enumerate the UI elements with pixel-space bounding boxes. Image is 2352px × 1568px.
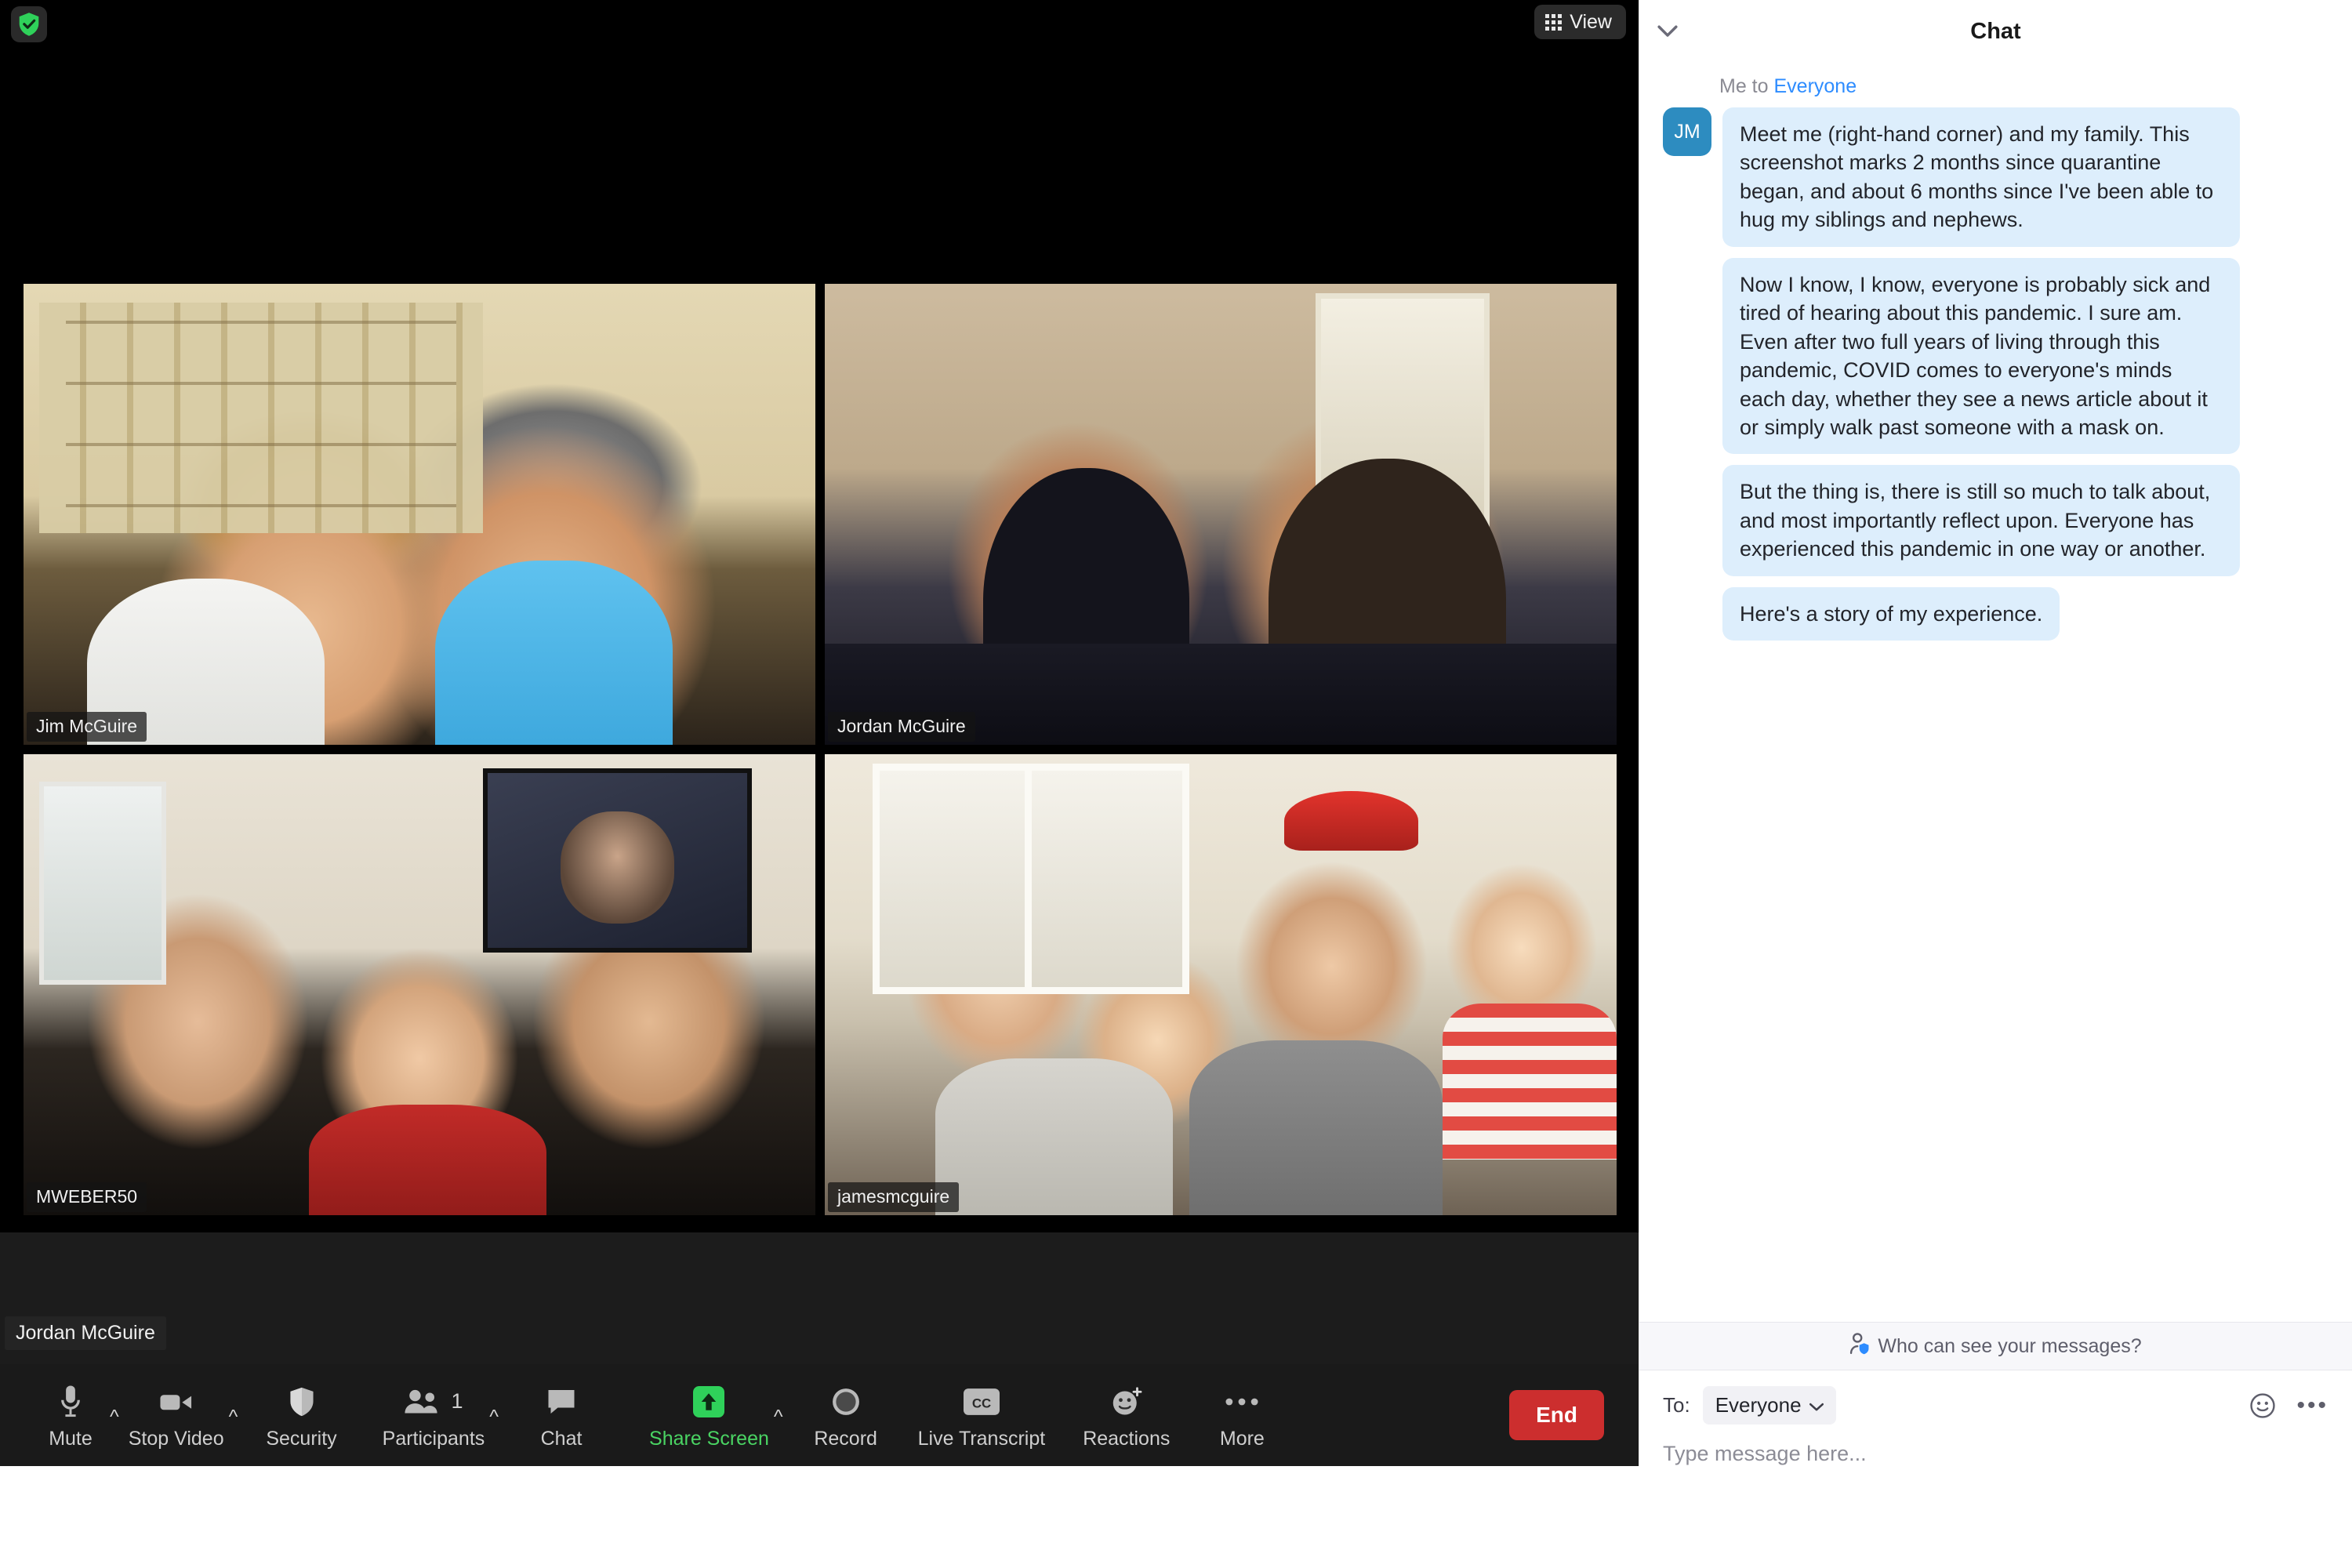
participant-name-badge: MWEBER50 — [27, 1182, 147, 1212]
participant-name-badge: Jim McGuire — [27, 712, 147, 742]
record-label: Record — [814, 1427, 877, 1450]
ellipsis-icon[interactable]: ••• — [2296, 1393, 2328, 1417]
speech-bubble-icon — [546, 1381, 577, 1423]
chevron-down-icon — [1809, 1393, 1824, 1417]
record-circle-icon — [830, 1381, 862, 1423]
smiley-icon[interactable] — [2249, 1392, 2276, 1419]
cc-icon: CC — [963, 1381, 1000, 1423]
participant-video-feed — [24, 754, 815, 1215]
avatar-spacer — [1663, 465, 1711, 514]
recipient-selector[interactable]: Everyone — [1702, 1386, 1836, 1425]
reactions-label: Reactions — [1083, 1427, 1171, 1450]
chat-panel: Chat Me to Everyone JM Meet me (right-ha… — [1639, 0, 2352, 1466]
chat-composer: To: Everyone ••• — [1639, 1370, 2352, 1466]
ellipsis-icon — [1225, 1381, 1259, 1423]
meeting-pane: View Jim McGuire Jordan McGuire MWEBER50… — [0, 0, 1639, 1466]
live-transcript-label: Live Transcript — [917, 1427, 1046, 1450]
shield-icon — [289, 1381, 314, 1423]
self-name-label: Jordan McGuire — [5, 1316, 166, 1350]
participant-video-feed — [24, 284, 815, 745]
record-button[interactable]: Record — [802, 1372, 890, 1458]
chat-message-list[interactable]: Me to Everyone JM Meet me (right-hand co… — [1639, 63, 2352, 1322]
avatar-spacer — [1663, 587, 1711, 636]
encryption-shield-check-icon[interactable] — [11, 6, 47, 42]
chat-header: Chat — [1639, 0, 2352, 63]
message-bubble[interactable]: But the thing is, there is still so much… — [1722, 465, 2240, 576]
security-label: Security — [266, 1427, 337, 1450]
more-label: More — [1219, 1427, 1265, 1450]
video-tile-active-speaker[interactable]: jamesmcguire — [825, 754, 1617, 1215]
who-can-see-messages-label: Who can see your messages? — [1878, 1334, 2142, 1357]
participant-video-feed — [825, 754, 1617, 1215]
message-sender-prefix: Me to — [1719, 75, 1774, 97]
chat-message: Here's a story of my experience. — [1663, 586, 2328, 641]
composer-toolbar: To: Everyone ••• — [1663, 1386, 2328, 1425]
to-label: To: — [1663, 1393, 1690, 1417]
person-shield-icon — [1849, 1332, 1870, 1360]
who-can-see-messages-notice[interactable]: Who can see your messages? — [1639, 1322, 2352, 1370]
video-tile[interactable]: MWEBER50 — [24, 754, 815, 1215]
mute-button[interactable]: Mute — [27, 1372, 114, 1458]
more-button[interactable]: More — [1198, 1372, 1286, 1458]
composer-actions: ••• — [2249, 1392, 2328, 1419]
svg-text:CC: CC — [972, 1396, 991, 1410]
message-bubble[interactable]: Meet me (right-hand corner) and my famil… — [1722, 107, 2240, 247]
message-bubble[interactable]: Now I know, I know, everyone is probably… — [1722, 257, 2240, 455]
message-bubble[interactable]: Here's a story of my experience. — [1722, 586, 2060, 641]
participant-video-feed — [825, 284, 1617, 745]
shared-screen-stage: View Jim McGuire Jordan McGuire MWEBER50… — [0, 0, 1639, 1232]
message-sender-line: Me to Everyone — [1719, 75, 2328, 98]
chat-message: JM Meet me (right-hand corner) and my fa… — [1663, 107, 2328, 247]
participants-count-badge: 1 — [451, 1389, 463, 1413]
chat-button[interactable]: Chat — [517, 1372, 605, 1458]
share-screen-button[interactable]: Share Screen — [640, 1372, 779, 1458]
view-button[interactable]: View — [1534, 5, 1626, 39]
chat-label: Chat — [540, 1427, 583, 1450]
chat-message: But the thing is, there is still so much… — [1663, 465, 2328, 576]
share-screen-label: Share Screen — [649, 1427, 769, 1450]
video-tile[interactable]: Jim McGuire — [24, 284, 815, 745]
meeting-toolbar: Mute ^ Stop Video ^ Security 1 Participa… — [0, 1364, 1639, 1466]
video-tile[interactable]: Jordan McGuire — [825, 284, 1617, 745]
chat-title: Chat — [1970, 18, 2021, 44]
people-icon: 1 — [404, 1381, 463, 1423]
video-grid: Jim McGuire Jordan McGuire MWEBER50 jame… — [24, 284, 1617, 1218]
share-arrow-icon — [693, 1381, 725, 1423]
smiley-plus-icon — [1110, 1381, 1143, 1423]
window-bottom-filler — [0, 1466, 2352, 1568]
zoom-meeting-window: View Jim McGuire Jordan McGuire MWEBER50… — [0, 0, 2352, 1568]
avatar: JM — [1663, 107, 1711, 156]
avatar-spacer — [1663, 258, 1711, 307]
stop-video-button[interactable]: Stop Video — [119, 1372, 234, 1458]
message-recipient: Everyone — [1773, 75, 1857, 97]
view-button-label: View — [1570, 10, 1612, 33]
live-transcript-button[interactable]: CC Live Transcript — [909, 1372, 1055, 1458]
chat-message: Now I know, I know, everyone is probably… — [1663, 257, 2328, 455]
end-meeting-button[interactable]: End — [1509, 1390, 1604, 1440]
chevron-down-icon[interactable] — [1650, 14, 1685, 49]
grid-icon — [1545, 13, 1563, 31]
security-button[interactable]: Security — [256, 1372, 346, 1458]
message-input[interactable] — [1663, 1442, 2328, 1466]
participants-button[interactable]: 1 Participants — [373, 1372, 495, 1458]
microphone-icon — [59, 1381, 82, 1423]
participants-label: Participants — [382, 1427, 485, 1450]
reactions-button[interactable]: Reactions — [1073, 1372, 1179, 1458]
video-camera-icon — [159, 1381, 194, 1423]
stop-video-label: Stop Video — [128, 1427, 224, 1450]
participant-name-badge: jamesmcguire — [828, 1182, 960, 1212]
recipient-value: Everyone — [1715, 1393, 1802, 1417]
mute-label: Mute — [49, 1427, 93, 1450]
participant-name-badge: Jordan McGuire — [828, 712, 975, 742]
